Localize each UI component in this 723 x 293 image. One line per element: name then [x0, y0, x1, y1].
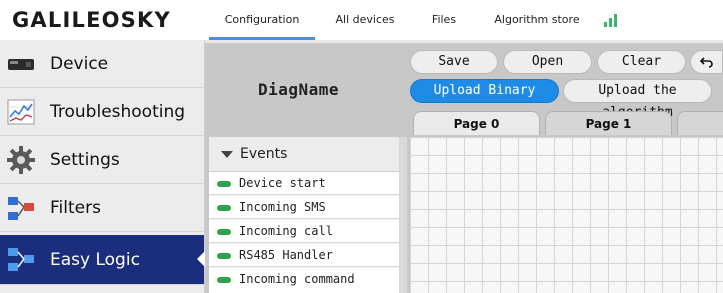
event-label: RS485 Handler	[239, 248, 333, 262]
filter-icon	[8, 197, 34, 220]
signal-bars-icon	[604, 13, 620, 27]
sidebar: Device Troubleshooting Settings Filters …	[0, 40, 205, 293]
sidebar-item-label: Device	[50, 53, 109, 74]
tab-all-devices[interactable]: All devices	[315, 0, 415, 40]
logo: GALILEOSKY	[12, 8, 171, 32]
event-label: Incoming command	[239, 272, 355, 286]
sidebar-item-label: Settings	[50, 149, 120, 170]
sidebar-item-easy-logic[interactable]: Easy Logic	[0, 235, 205, 285]
sidebar-item-filters[interactable]: Filters	[0, 184, 204, 232]
event-item-rs485-handler[interactable]: RS485 Handler	[209, 244, 399, 267]
logic-canvas[interactable]	[410, 137, 723, 293]
sidebar-item-settings[interactable]: Settings	[0, 136, 204, 184]
event-item-incoming-call[interactable]: Incoming call	[209, 220, 399, 243]
event-item-incoming-command[interactable]: Incoming command	[209, 268, 399, 293]
gear-icon	[7, 146, 35, 174]
undo-button[interactable]	[690, 50, 723, 74]
upload-algorithm-button[interactable]: Upload the algorithm	[563, 79, 712, 120]
event-label: Device start	[239, 176, 326, 190]
tab-files[interactable]: Files	[415, 0, 473, 40]
save-button[interactable]: Save	[410, 50, 498, 74]
event-dot-icon	[217, 205, 231, 211]
diagram-name: DiagName	[258, 80, 340, 99]
logic-icon	[8, 248, 34, 271]
open-button[interactable]: Open	[503, 50, 592, 74]
event-label: Incoming SMS	[239, 200, 326, 214]
upload-binary-button[interactable]: Upload Binary	[410, 79, 559, 103]
editor-top-border	[205, 40, 723, 43]
events-header[interactable]: Events	[209, 137, 399, 172]
sidebar-item-troubleshooting[interactable]: Troubleshooting	[0, 88, 204, 136]
top-bar: GALILEOSKY Configuration All devices Fil…	[0, 0, 723, 41]
sidebar-item-device[interactable]: Device	[0, 40, 204, 88]
clear-button[interactable]: Clear	[597, 50, 686, 74]
event-dot-icon	[217, 229, 231, 235]
collapse-arrow-icon	[221, 151, 233, 158]
sidebar-item-label: Easy Logic	[50, 249, 140, 270]
events-scrollbar[interactable]	[399, 137, 407, 293]
page-tab-0[interactable]: Page 0	[413, 111, 540, 135]
page-tab-2[interactable]: P	[677, 111, 723, 135]
events-panel: Events Device start Incoming SMS Incomin…	[209, 137, 399, 293]
sidebar-item-label: Filters	[50, 197, 101, 218]
chart-icon	[7, 99, 35, 125]
event-label: Incoming call	[239, 224, 333, 238]
top-tabs: Configuration All devices Files Algorith…	[209, 0, 601, 40]
event-dot-icon	[217, 277, 231, 283]
tab-algorithm-store[interactable]: Algorithm store	[473, 0, 601, 40]
tab-configuration[interactable]: Configuration	[209, 0, 315, 40]
events-header-label: Events	[240, 146, 288, 162]
event-dot-icon	[217, 253, 231, 259]
device-icon	[8, 59, 34, 70]
event-item-device-start[interactable]: Device start	[209, 172, 399, 195]
event-dot-icon	[217, 181, 231, 187]
undo-icon	[699, 57, 713, 68]
event-item-incoming-sms[interactable]: Incoming SMS	[209, 196, 399, 219]
page-tab-1[interactable]: Page 1	[545, 111, 672, 135]
sidebar-item-label: Troubleshooting	[50, 101, 186, 122]
